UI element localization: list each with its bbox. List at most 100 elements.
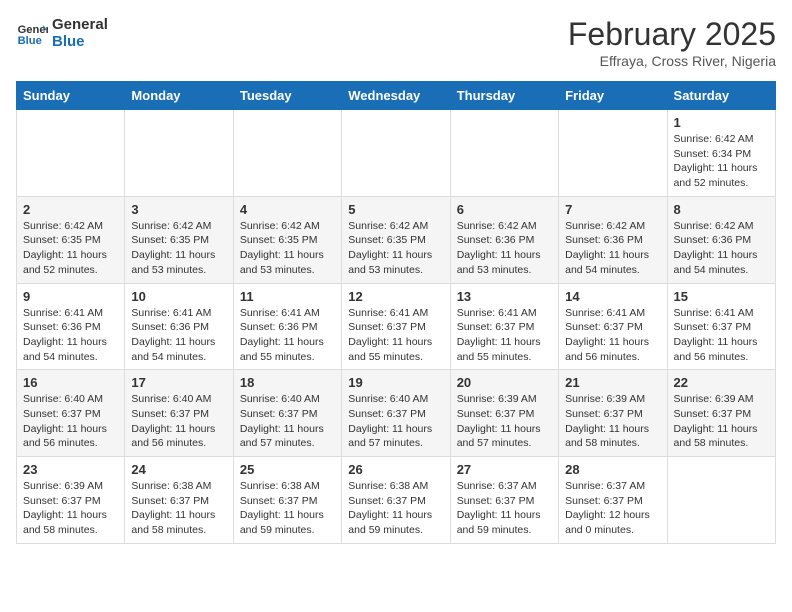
svg-text:Blue: Blue bbox=[18, 35, 42, 47]
day-number: 25 bbox=[240, 462, 335, 477]
day-number: 16 bbox=[23, 375, 118, 390]
calendar-cell: 9 Sunrise: 6:41 AM Sunset: 6:36 PM Daylig… bbox=[17, 283, 125, 370]
logo-general: General bbox=[52, 16, 108, 33]
day-info: Sunrise: 6:42 AM Sunset: 6:36 PM Dayligh… bbox=[457, 219, 552, 278]
calendar-cell: 5 Sunrise: 6:42 AM Sunset: 6:35 PM Daylig… bbox=[342, 196, 450, 283]
calendar-cell bbox=[233, 110, 341, 197]
day-info: Sunrise: 6:38 AM Sunset: 6:37 PM Dayligh… bbox=[240, 479, 335, 538]
day-info: Sunrise: 6:38 AM Sunset: 6:37 PM Dayligh… bbox=[131, 479, 226, 538]
calendar-cell bbox=[125, 110, 233, 197]
week-row-4: 16 Sunrise: 6:40 AM Sunset: 6:37 PM Dayli… bbox=[17, 370, 776, 457]
day-number: 12 bbox=[348, 289, 443, 304]
calendar-cell: 15Sunrise: 6:41 AM Sunset: 6:37 PM Dayli… bbox=[667, 283, 775, 370]
day-info: Sunrise: 6:41 AM Sunset: 6:36 PM Dayligh… bbox=[131, 306, 226, 365]
day-number: 5 bbox=[348, 202, 443, 217]
calendar-cell: 10 Sunrise: 6:41 AM Sunset: 6:36 PM Dayli… bbox=[125, 283, 233, 370]
day-info: Sunrise: 6:37 AM Sunset: 6:37 PM Dayligh… bbox=[565, 479, 660, 538]
calendar-cell: 21 Sunrise: 6:39 AM Sunset: 6:37 PM Dayli… bbox=[559, 370, 667, 457]
location: Effraya, Cross River, Nigeria bbox=[568, 53, 776, 69]
calendar-cell: 26 Sunrise: 6:38 AM Sunset: 6:37 PM Dayli… bbox=[342, 457, 450, 544]
day-info: Sunrise: 6:42 AM Sunset: 6:36 PM Dayligh… bbox=[674, 219, 769, 278]
title-block: February 2025 Effraya, Cross River, Nige… bbox=[568, 16, 776, 69]
calendar-cell: 22Sunrise: 6:39 AM Sunset: 6:37 PM Dayli… bbox=[667, 370, 775, 457]
calendar-cell: 7Sunrise: 6:42 AM Sunset: 6:36 PM Daylig… bbox=[559, 196, 667, 283]
logo: General Blue General Blue bbox=[16, 16, 108, 50]
day-info: Sunrise: 6:40 AM Sunset: 6:37 PM Dayligh… bbox=[348, 392, 443, 451]
calendar-cell: 19 Sunrise: 6:40 AM Sunset: 6:37 PM Dayli… bbox=[342, 370, 450, 457]
week-row-2: 2 Sunrise: 6:42 AM Sunset: 6:35 PM Daylig… bbox=[17, 196, 776, 283]
day-info: Sunrise: 6:42 AM Sunset: 6:35 PM Dayligh… bbox=[348, 219, 443, 278]
day-info: Sunrise: 6:41 AM Sunset: 6:36 PM Dayligh… bbox=[23, 306, 118, 365]
day-info: Sunrise: 6:42 AM Sunset: 6:35 PM Dayligh… bbox=[23, 219, 118, 278]
day-number: 24 bbox=[131, 462, 226, 477]
day-number: 13 bbox=[457, 289, 552, 304]
calendar-cell: 6 Sunrise: 6:42 AM Sunset: 6:36 PM Daylig… bbox=[450, 196, 558, 283]
calendar-cell bbox=[559, 110, 667, 197]
weekday-header-monday: Monday bbox=[125, 82, 233, 110]
day-info: Sunrise: 6:41 AM Sunset: 6:36 PM Dayligh… bbox=[240, 306, 335, 365]
week-row-1: 1Sunrise: 6:42 AM Sunset: 6:34 PM Daylig… bbox=[17, 110, 776, 197]
day-number: 26 bbox=[348, 462, 443, 477]
day-number: 2 bbox=[23, 202, 118, 217]
day-info: Sunrise: 6:41 AM Sunset: 6:37 PM Dayligh… bbox=[565, 306, 660, 365]
day-number: 6 bbox=[457, 202, 552, 217]
calendar-cell: 13 Sunrise: 6:41 AM Sunset: 6:37 PM Dayli… bbox=[450, 283, 558, 370]
day-info: Sunrise: 6:41 AM Sunset: 6:37 PM Dayligh… bbox=[348, 306, 443, 365]
page-header: General Blue General Blue February 2025 … bbox=[16, 16, 776, 69]
weekday-header-thursday: Thursday bbox=[450, 82, 558, 110]
day-info: Sunrise: 6:40 AM Sunset: 6:37 PM Dayligh… bbox=[23, 392, 118, 451]
day-info: Sunrise: 6:39 AM Sunset: 6:37 PM Dayligh… bbox=[457, 392, 552, 451]
day-number: 11 bbox=[240, 289, 335, 304]
day-number: 9 bbox=[23, 289, 118, 304]
calendar-cell: 12 Sunrise: 6:41 AM Sunset: 6:37 PM Dayli… bbox=[342, 283, 450, 370]
calendar-cell: 16 Sunrise: 6:40 AM Sunset: 6:37 PM Dayli… bbox=[17, 370, 125, 457]
calendar-cell: 14Sunrise: 6:41 AM Sunset: 6:37 PM Dayli… bbox=[559, 283, 667, 370]
day-number: 19 bbox=[348, 375, 443, 390]
day-number: 23 bbox=[23, 462, 118, 477]
day-number: 10 bbox=[131, 289, 226, 304]
day-number: 1 bbox=[674, 115, 769, 130]
weekday-header-sunday: Sunday bbox=[17, 82, 125, 110]
day-number: 28 bbox=[565, 462, 660, 477]
weekday-header-row: SundayMondayTuesdayWednesdayThursdayFrid… bbox=[17, 82, 776, 110]
calendar-cell: 1Sunrise: 6:42 AM Sunset: 6:34 PM Daylig… bbox=[667, 110, 775, 197]
calendar-cell: 8 Sunrise: 6:42 AM Sunset: 6:36 PM Daylig… bbox=[667, 196, 775, 283]
calendar-cell: 2 Sunrise: 6:42 AM Sunset: 6:35 PM Daylig… bbox=[17, 196, 125, 283]
day-info: Sunrise: 6:41 AM Sunset: 6:37 PM Dayligh… bbox=[457, 306, 552, 365]
day-info: Sunrise: 6:40 AM Sunset: 6:37 PM Dayligh… bbox=[131, 392, 226, 451]
day-number: 8 bbox=[674, 202, 769, 217]
calendar-cell: 17 Sunrise: 6:40 AM Sunset: 6:37 PM Dayli… bbox=[125, 370, 233, 457]
weekday-header-friday: Friday bbox=[559, 82, 667, 110]
calendar-cell bbox=[17, 110, 125, 197]
day-info: Sunrise: 6:42 AM Sunset: 6:35 PM Dayligh… bbox=[131, 219, 226, 278]
logo-blue: Blue bbox=[52, 33, 108, 50]
day-info: Sunrise: 6:41 AM Sunset: 6:37 PM Dayligh… bbox=[674, 306, 769, 365]
calendar-cell bbox=[342, 110, 450, 197]
day-info: Sunrise: 6:39 AM Sunset: 6:37 PM Dayligh… bbox=[674, 392, 769, 451]
calendar-cell: 11 Sunrise: 6:41 AM Sunset: 6:36 PM Dayli… bbox=[233, 283, 341, 370]
weekday-header-saturday: Saturday bbox=[667, 82, 775, 110]
day-number: 17 bbox=[131, 375, 226, 390]
day-info: Sunrise: 6:39 AM Sunset: 6:37 PM Dayligh… bbox=[565, 392, 660, 451]
calendar-cell: 20Sunrise: 6:39 AM Sunset: 6:37 PM Dayli… bbox=[450, 370, 558, 457]
calendar-cell: 4Sunrise: 6:42 AM Sunset: 6:35 PM Daylig… bbox=[233, 196, 341, 283]
weekday-header-tuesday: Tuesday bbox=[233, 82, 341, 110]
day-info: Sunrise: 6:37 AM Sunset: 6:37 PM Dayligh… bbox=[457, 479, 552, 538]
logo-icon: General Blue bbox=[16, 17, 48, 49]
day-number: 4 bbox=[240, 202, 335, 217]
calendar-cell bbox=[450, 110, 558, 197]
day-number: 27 bbox=[457, 462, 552, 477]
day-info: Sunrise: 6:39 AM Sunset: 6:37 PM Dayligh… bbox=[23, 479, 118, 538]
day-number: 18 bbox=[240, 375, 335, 390]
month-title: February 2025 bbox=[568, 16, 776, 53]
calendar-cell: 24 Sunrise: 6:38 AM Sunset: 6:37 PM Dayli… bbox=[125, 457, 233, 544]
day-number: 21 bbox=[565, 375, 660, 390]
calendar-cell bbox=[667, 457, 775, 544]
day-info: Sunrise: 6:38 AM Sunset: 6:37 PM Dayligh… bbox=[348, 479, 443, 538]
calendar-cell: 18Sunrise: 6:40 AM Sunset: 6:37 PM Dayli… bbox=[233, 370, 341, 457]
calendar-cell: 28 Sunrise: 6:37 AM Sunset: 6:37 PM Dayli… bbox=[559, 457, 667, 544]
calendar-cell: 25 Sunrise: 6:38 AM Sunset: 6:37 PM Dayli… bbox=[233, 457, 341, 544]
calendar-cell: 27 Sunrise: 6:37 AM Sunset: 6:37 PM Dayli… bbox=[450, 457, 558, 544]
week-row-5: 23 Sunrise: 6:39 AM Sunset: 6:37 PM Dayli… bbox=[17, 457, 776, 544]
day-number: 7 bbox=[565, 202, 660, 217]
